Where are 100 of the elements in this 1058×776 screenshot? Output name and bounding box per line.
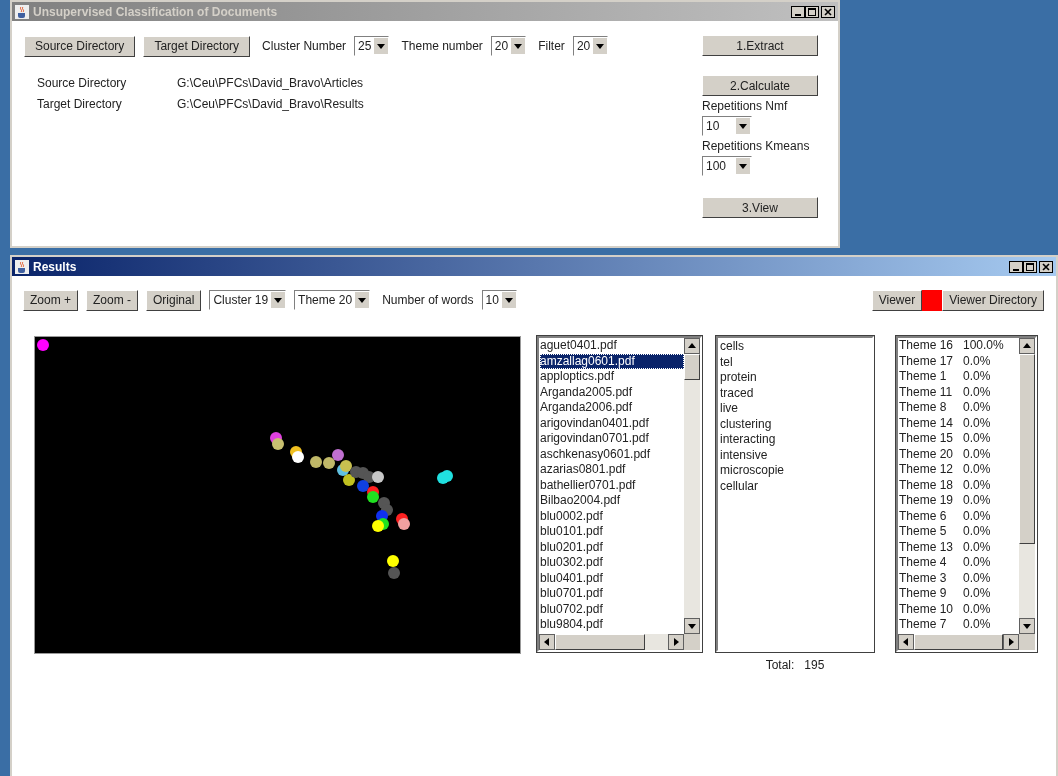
zoom-button[interactable]: Zoom + — [23, 289, 78, 311]
combo-label: Cluster Number — [262, 39, 347, 53]
filter-combo[interactable]: 10 — [481, 290, 517, 310]
theme-item[interactable]: Theme 12 0.0% — [899, 462, 1019, 478]
file-item[interactable]: bathellier0701.pdf — [540, 477, 684, 493]
data-point — [272, 438, 284, 450]
scroll-thumb[interactable] — [555, 634, 645, 650]
caret-icon[interactable] — [736, 118, 750, 134]
file-item[interactable]: Arganda2005.pdf — [540, 384, 684, 400]
word-item[interactable]: clustering — [720, 416, 870, 432]
caret-icon[interactable] — [736, 158, 750, 174]
word-item[interactable]: traced — [720, 385, 870, 401]
word-item[interactable]: cells — [720, 339, 870, 355]
zoom-button[interactable]: Original — [146, 289, 202, 311]
directory-button[interactable]: Source Directory — [24, 35, 136, 57]
file-item[interactable]: amzallag0601.pdf — [540, 353, 684, 369]
file-item[interactable]: blu0401.pdf — [540, 570, 684, 586]
word-item[interactable]: tel — [720, 354, 870, 370]
caret-icon[interactable] — [501, 292, 516, 308]
close-icon[interactable] — [1039, 260, 1053, 273]
scroll-thumb[interactable] — [684, 354, 700, 380]
caret-icon[interactable] — [593, 38, 608, 54]
scroll-thumb[interactable] — [914, 634, 1004, 650]
scroll-right-icon[interactable] — [668, 634, 684, 650]
filter-combo[interactable]: Cluster 19 — [209, 290, 287, 310]
number-combo[interactable]: 25 — [354, 36, 390, 56]
theme-item[interactable]: Theme 9 0.0% — [899, 586, 1019, 602]
scroll-up-icon[interactable] — [684, 338, 700, 354]
data-point — [292, 451, 304, 463]
directory-button[interactable]: Target Directory — [143, 35, 251, 57]
theme-item[interactable]: Theme 10 0.0% — [899, 601, 1019, 617]
word-item[interactable]: protein — [720, 370, 870, 386]
scroll-right-icon[interactable] — [1003, 634, 1020, 650]
word-item[interactable]: live — [720, 401, 870, 417]
theme-item[interactable]: Theme 18 0.0% — [899, 477, 1019, 493]
combo-label: Repetitions Nmf — [702, 99, 788, 113]
theme-item[interactable]: Theme 14 0.0% — [899, 415, 1019, 431]
theme-item[interactable]: Theme 4 0.0% — [899, 555, 1019, 571]
repetitions-combo[interactable]: 10 — [702, 116, 752, 136]
combo-label: Number of words — [382, 293, 474, 307]
viewer-button[interactable]: Viewer — [871, 289, 923, 311]
file-item[interactable]: blu0701.pdf — [540, 586, 684, 602]
data-point — [323, 457, 335, 469]
maximize-icon[interactable] — [1023, 260, 1037, 273]
theme-item[interactable]: Theme 1 0.0% — [899, 369, 1019, 385]
scroll-down-icon[interactable] — [684, 618, 700, 634]
theme-item[interactable]: Theme 11 0.0% — [899, 384, 1019, 400]
file-item[interactable]: blu0101.pdf — [540, 524, 684, 540]
file-item[interactable]: blu0002.pdf — [540, 508, 684, 524]
window-title: Results — [33, 259, 77, 274]
scroll-left-icon[interactable] — [898, 634, 914, 650]
file-item[interactable]: aschkenasy0601.pdf — [540, 446, 684, 462]
minimize-icon[interactable] — [1009, 260, 1023, 273]
zoom-button[interactable]: Zoom - — [86, 289, 139, 311]
step-button[interactable]: 2.Calculate — [702, 75, 818, 96]
word-item[interactable]: interacting — [720, 432, 870, 448]
directory-label: Target Directory — [37, 97, 123, 111]
scroll-thumb[interactable] — [1019, 354, 1035, 544]
word-item[interactable]: cellular — [720, 478, 870, 494]
theme-item[interactable]: Theme 17 0.0% — [899, 353, 1019, 369]
data-point — [372, 520, 384, 532]
data-point — [310, 456, 322, 468]
scroll-down-icon[interactable] — [1019, 618, 1035, 634]
scrollbar-corner — [684, 634, 700, 650]
viewer-directory-button[interactable]: Viewer Directory — [942, 289, 1044, 311]
caret-icon[interactable] — [271, 292, 286, 308]
theme-item[interactable]: Theme 19 0.0% — [899, 493, 1019, 509]
theme-item[interactable]: Theme 8 0.0% — [899, 400, 1019, 416]
filter-combo[interactable]: Theme 20 — [294, 290, 371, 310]
file-item[interactable]: blu0201.pdf — [540, 539, 684, 555]
file-item[interactable]: aguet0401.pdf — [540, 338, 684, 354]
theme-item[interactable]: Theme 3 0.0% — [899, 570, 1019, 586]
file-item[interactable]: Arganda2006.pdf — [540, 400, 684, 416]
scroll-left-icon[interactable] — [539, 634, 555, 650]
theme-item[interactable]: Theme 5 0.0% — [899, 524, 1019, 540]
file-item[interactable]: arigovindan0701.pdf — [540, 431, 684, 447]
theme-item[interactable]: Theme 16 100.0% — [899, 338, 1019, 354]
theme-item[interactable]: Theme 6 0.0% — [899, 508, 1019, 524]
repetitions-combo[interactable]: 100 — [702, 156, 752, 176]
file-item[interactable]: blu9804.pdf — [540, 617, 684, 633]
file-item[interactable]: blu0702.pdf — [540, 601, 684, 617]
caret-icon[interactable] — [511, 38, 526, 54]
file-item[interactable]: azarias0801.pdf — [540, 462, 684, 478]
scroll-up-icon[interactable] — [1019, 338, 1035, 354]
file-item[interactable]: blu0302.pdf — [540, 555, 684, 571]
caret-icon[interactable] — [374, 38, 389, 54]
word-item[interactable]: intensive — [720, 447, 870, 463]
theme-item[interactable]: Theme 7 0.0% — [899, 617, 1019, 633]
word-item[interactable]: microscopie — [720, 463, 870, 479]
step-button[interactable]: 3.View — [702, 197, 818, 218]
number-combo[interactable]: 20 — [490, 36, 527, 56]
theme-item[interactable]: Theme 13 0.0% — [899, 539, 1019, 555]
file-item[interactable]: Bilbao2004.pdf — [540, 493, 684, 509]
number-combo[interactable]: 20 — [572, 36, 609, 56]
file-item[interactable]: apploptics.pdf — [540, 369, 684, 385]
step-button[interactable]: 1.Extract — [702, 35, 818, 56]
theme-item[interactable]: Theme 20 0.0% — [899, 446, 1019, 462]
caret-icon[interactable] — [355, 292, 370, 308]
file-item[interactable]: arigovindan0401.pdf — [540, 415, 684, 431]
theme-item[interactable]: Theme 15 0.0% — [899, 431, 1019, 447]
